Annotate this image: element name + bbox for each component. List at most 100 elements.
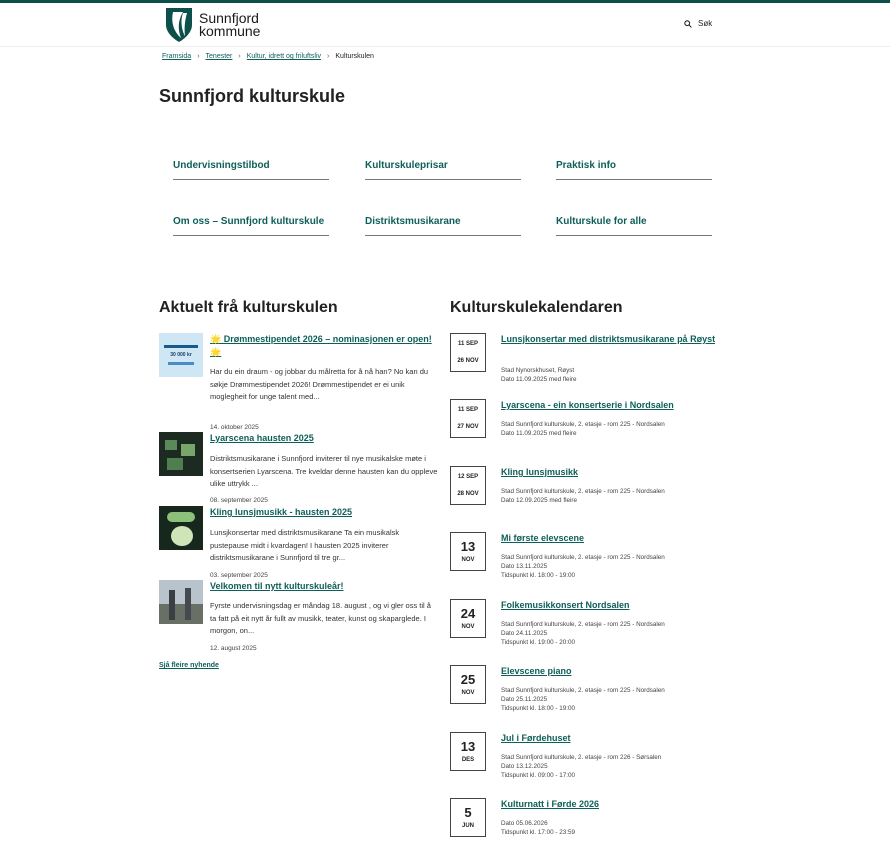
event-date-box: 11 SEP 27 NOV xyxy=(450,399,486,438)
breadcrumb-separator-icon: › xyxy=(327,53,330,60)
event-month: NOV xyxy=(461,624,475,630)
breadcrumb: Framsida › Tenester › Kultur, idrett og … xyxy=(162,53,374,60)
nav-card-distriktsmusikarane[interactable]: Distriktsmusikarane xyxy=(365,215,521,236)
event-date-end: 26 NOV xyxy=(457,358,479,364)
news-item-date: 08. september 2025 xyxy=(210,497,268,504)
event-date-box: 12 SEP 28 NOV xyxy=(450,466,486,505)
nav-card-undervisningstilbod[interactable]: Undervisningstilbod xyxy=(173,159,329,180)
event-date: Dato 11.09.2025 med fleire xyxy=(501,430,577,437)
news-item-title[interactable]: Kling lunsjmusikk - hausten 2025 xyxy=(210,506,438,519)
nav-card-praktisk-info[interactable]: Praktisk info xyxy=(556,159,712,180)
event-date-start: 12 SEP xyxy=(457,474,479,480)
news-item: 30 000 kr 🌟 Drømmestipendet 2026 – nomin… xyxy=(159,333,439,431)
calendar-event: 11 SEP 26 NOV Lunsjkonsertar med distrik… xyxy=(450,333,730,383)
event-time: Tidspunkt kl. 18:00 - 19:00 xyxy=(501,705,575,712)
event-location: Stad Sunnfjord kulturskule, 2. etasje - … xyxy=(501,621,665,628)
breadcrumb-link-home[interactable]: Framsida xyxy=(162,53,191,60)
event-time: Tidspunkt kl. 17:00 - 23:59 xyxy=(501,829,575,836)
event-date-box: 11 SEP 26 NOV xyxy=(450,333,486,372)
event-title[interactable]: Jul i Førdehuset xyxy=(501,732,721,745)
logo-text: Sunnfjord kommune xyxy=(199,11,261,39)
search-label: Søk xyxy=(698,19,713,28)
event-day: 13 xyxy=(460,739,476,754)
more-news-link[interactable]: Sjå fleire nyhende xyxy=(159,662,219,669)
calendar-event: 13 DES Jul i Førdehuset Stad Sunnfjord k… xyxy=(450,732,730,780)
event-date-start: 11 SEP xyxy=(457,407,478,413)
event-title[interactable]: Mi første elevscene xyxy=(501,532,721,545)
event-date: Dato 11.09.2025 med fleire xyxy=(501,376,577,383)
event-date-box: 25 NOV xyxy=(450,665,486,704)
event-title[interactable]: Folkemusikkonsert Nordsalen xyxy=(501,599,721,612)
breadcrumb-link-services[interactable]: Tenester xyxy=(206,53,233,60)
news-thumbnail[interactable]: 30 000 kr xyxy=(159,333,203,377)
news-item-title[interactable]: Lyarscena hausten 2025 xyxy=(210,432,438,445)
coat-of-arms-icon xyxy=(166,8,192,42)
event-date-box: 13 NOV xyxy=(450,532,486,571)
event-date: Dato 13.12.2025 xyxy=(501,763,548,770)
calendar-event: 5 JUN Kulturnatt i Førde 2026 Dato 05.06… xyxy=(450,798,730,840)
page-title: Sunnfjord kulturskule xyxy=(159,86,346,106)
event-date-box: 24 NOV xyxy=(450,599,486,638)
event-day: 13 xyxy=(460,539,476,554)
event-date: Dato 12.09.2025 med fleire xyxy=(501,497,577,504)
event-day: 24 xyxy=(460,606,476,621)
calendar-event: 24 NOV Folkemusikkonsert Nordsalen Stad … xyxy=(450,599,730,647)
calendar-event: 12 SEP 28 NOV Kling lunsjmusikk Stad Sun… xyxy=(450,466,730,508)
event-time: Tidspunkt kl. 18:00 - 19:00 xyxy=(501,572,575,579)
news-item-date: 14. oktober 2025 xyxy=(210,424,259,431)
breadcrumb-current: Kulturskulen xyxy=(335,53,374,60)
event-date-start: 11 SEP xyxy=(457,341,478,347)
logo[interactable]: Sunnfjord kommune xyxy=(165,7,260,43)
event-month: DES xyxy=(461,757,475,763)
calendar-event: 25 NOV Elevscene piano Stad Sunnfjord ku… xyxy=(450,665,730,713)
news-item-title[interactable]: 🌟 Drømmestipendet 2026 – nominasjonen er… xyxy=(210,333,438,359)
event-meta: Stad Sunnfjord kulturskule, 2. etasje - … xyxy=(501,420,721,438)
event-day: 25 xyxy=(460,672,476,687)
breadcrumb-link-culture[interactable]: Kultur, idrett og friluftsliv xyxy=(247,53,321,60)
news-item: Velkomen til nytt kulturskuleår! Fyrste … xyxy=(159,580,439,656)
news-item: Lyarscena hausten 2025 Distriktsmusikara… xyxy=(159,432,439,504)
event-title[interactable]: Elevscene piano xyxy=(501,665,721,678)
thumbnail-text: 30 000 kr xyxy=(170,352,192,358)
event-meta: Stad Sunnfjord kulturskule, 2. etasje - … xyxy=(501,686,721,713)
event-title[interactable]: Lyarscena - ein konsertserie i Nordsalen xyxy=(501,399,721,412)
breadcrumb-separator-icon: › xyxy=(238,53,241,60)
event-date: Dato 25.11.2025 xyxy=(501,696,548,703)
nav-card-kulturskuleprisar[interactable]: Kulturskuleprisar xyxy=(365,159,521,180)
event-location: Stad Sunnfjord kulturskule, 2. etasje - … xyxy=(501,421,665,428)
news-thumbnail[interactable] xyxy=(159,580,203,624)
news-item-text: Distriktsmusikarane i Sunnfjord invitere… xyxy=(210,454,438,488)
event-time: Tidspunkt kl. 19:00 - 20:00 xyxy=(501,639,575,646)
breadcrumb-separator-icon: › xyxy=(197,53,200,60)
event-month: NOV xyxy=(461,557,475,563)
logo-line-2: kommune xyxy=(199,23,261,39)
news-item: Kling lunsjmusikk - hausten 2025 Lunsjko… xyxy=(159,506,439,579)
event-date-end: 27 NOV xyxy=(457,424,479,430)
nav-card-om-oss[interactable]: Om oss – Sunnfjord kulturskule xyxy=(173,215,329,236)
event-title[interactable]: Kling lunsjmusikk xyxy=(501,466,721,479)
event-location: Stad Sunnfjord kulturskule, 2. etasje - … xyxy=(501,554,665,561)
news-section-title: Aktuelt frå kulturskulen xyxy=(159,299,338,316)
event-month: JUN xyxy=(461,823,474,829)
search-button[interactable]: Søk xyxy=(684,19,712,28)
news-thumbnail[interactable] xyxy=(159,432,203,476)
event-meta: Stad Sunnfjord kulturskule, 2. etasje - … xyxy=(501,487,721,505)
event-location: Stad Sunnfjord kulturskule, 2. etasje - … xyxy=(501,687,665,694)
nav-card-kulturskule-for-alle[interactable]: Kulturskule for alle xyxy=(556,215,712,236)
news-item-text: Fyrste undervisningsdag er måndag 18. au… xyxy=(210,601,431,635)
news-item-date: 03. september 2025 xyxy=(210,572,268,579)
event-day: 5 xyxy=(464,805,472,820)
event-month: NOV xyxy=(461,690,475,696)
news-item-title[interactable]: Velkomen til nytt kulturskuleår! xyxy=(210,580,438,593)
event-meta: Stad Sunnfjord kulturskule, 2. etasje - … xyxy=(501,553,721,580)
event-date: Dato 24.11.2025 xyxy=(501,630,548,637)
event-location: Stad Sunnfjord kulturskule, 2. etasje - … xyxy=(501,754,662,761)
news-item-text: Lunsjkonsertar med distriktsmusikarane T… xyxy=(210,528,400,562)
event-meta: Stad Sunnfjord kulturskule, 2. etasje - … xyxy=(501,620,721,647)
event-location: Stad Nynorskhuset, Røyst xyxy=(501,367,575,374)
event-title[interactable]: Kulturnatt i Førde 2026 xyxy=(501,798,721,811)
news-thumbnail[interactable] xyxy=(159,506,203,550)
event-date-end: 28 NOV xyxy=(457,491,479,497)
event-title[interactable]: Lunsjkonsertar med distriktsmusikarane p… xyxy=(501,333,721,346)
event-time: Tidspunkt kl. 09:00 - 17:00 xyxy=(501,772,575,779)
